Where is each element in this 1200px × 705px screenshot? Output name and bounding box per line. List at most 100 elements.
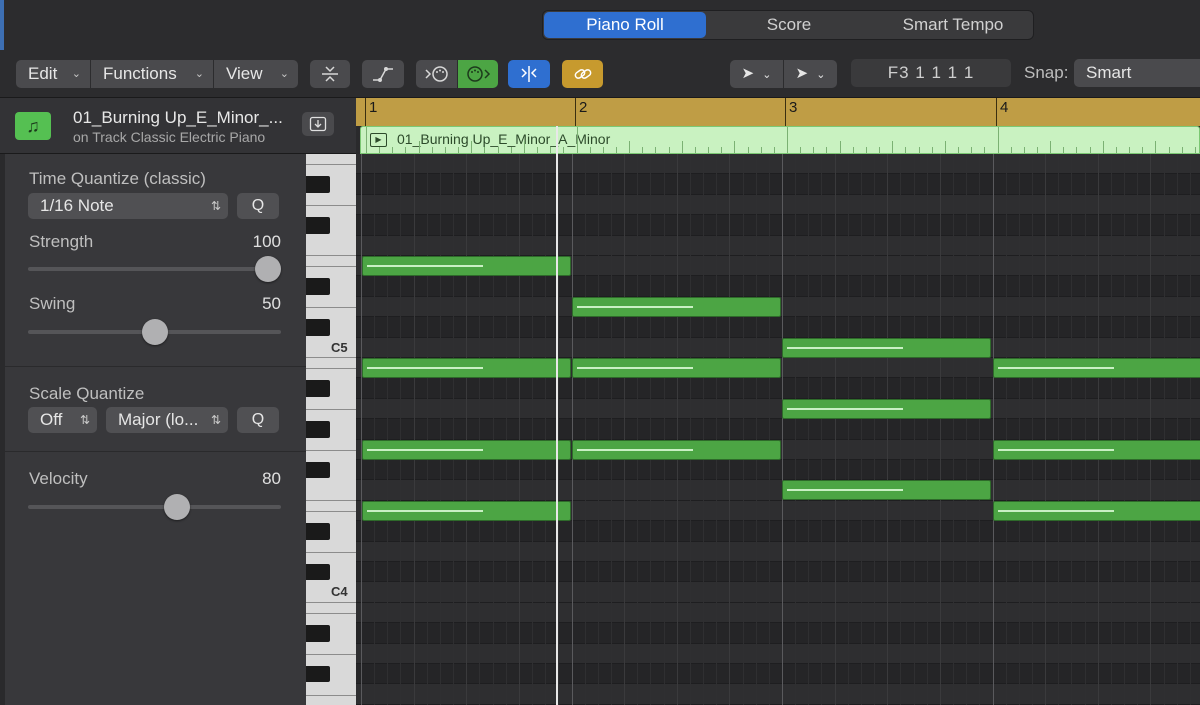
black-key[interactable] [306, 523, 330, 540]
grid-line [361, 154, 362, 705]
region-tick [865, 147, 867, 153]
grid-line [847, 154, 849, 705]
command-click-tool[interactable]: ➤ ⌄ [784, 60, 837, 88]
black-key[interactable] [306, 380, 330, 397]
midi-note[interactable] [993, 358, 1200, 378]
black-key[interactable] [306, 666, 330, 683]
grid-lane [356, 480, 1200, 501]
swing-slider-knob[interactable] [141, 319, 168, 345]
note-velocity-line [367, 265, 483, 267]
midi-note[interactable] [362, 439, 571, 460]
grid-line [597, 154, 599, 705]
playhead[interactable] [556, 126, 558, 705]
region-tick [984, 147, 986, 153]
pointer-tool-icon: ➤ [795, 65, 809, 82]
position-display: F3 1 1 1 1 [851, 59, 1011, 87]
automation-button[interactable] [362, 60, 404, 88]
scale-quantize-q-button[interactable]: Q [237, 407, 279, 433]
bar-line [785, 98, 786, 126]
velocity-slider-knob[interactable] [164, 494, 191, 520]
black-key[interactable] [306, 319, 330, 336]
grid-line [1124, 154, 1126, 705]
black-key[interactable] [306, 462, 330, 479]
midi-note[interactable] [572, 296, 781, 317]
grid-line [1150, 154, 1152, 705]
midi-note[interactable] [362, 256, 571, 276]
region-tick [1036, 147, 1038, 153]
region-strip[interactable]: ▶ 01_Burning Up_E_Minor_A_Minor [360, 126, 1200, 154]
grid-line [939, 154, 941, 705]
grid-line [532, 154, 534, 705]
midi-note[interactable] [782, 480, 991, 501]
catch-playhead-button[interactable] [508, 60, 550, 88]
catch-playhead-icon [521, 66, 537, 82]
note-grid[interactable] [356, 154, 1200, 705]
tab-score[interactable]: Score [707, 11, 871, 39]
tab-smart-tempo[interactable]: Smart Tempo [871, 11, 1035, 39]
black-key[interactable] [306, 176, 330, 193]
note-velocity-line [367, 509, 483, 512]
bar-number: 1 [369, 99, 378, 116]
download-button[interactable] [302, 112, 334, 136]
snap-select[interactable]: Smart [1074, 59, 1200, 87]
automation-curve-icon [373, 67, 393, 82]
edit-menu[interactable]: Edit ⌄ [16, 60, 90, 88]
functions-menu[interactable]: Functions ⌄ [91, 60, 213, 88]
midi-note[interactable] [362, 358, 571, 378]
grid-line [439, 154, 441, 705]
strength-slider-knob[interactable] [255, 256, 281, 282]
top-tab-bar: Piano Roll Score Smart Tempo [0, 0, 1200, 50]
scale-mode-select[interactable]: Major (lo... ⇅ [106, 407, 228, 433]
toolbar: Edit ⌄ Functions ⌄ View ⌄ ➤ ⌄ ➤ ⌄ F3 1 1… [0, 50, 1200, 98]
midi-note[interactable] [362, 500, 571, 521]
black-key[interactable] [306, 278, 330, 295]
region-tick [892, 141, 894, 153]
bar-line [575, 98, 576, 126]
region-tick [879, 147, 881, 153]
midi-note[interactable] [572, 439, 781, 460]
grid-lane [356, 398, 1200, 420]
region-tick [1115, 147, 1117, 153]
midi-note[interactable] [782, 398, 991, 419]
region-tick [787, 127, 788, 153]
collapse-button[interactable] [310, 60, 350, 88]
tab-piano-roll[interactable]: Piano Roll [544, 12, 706, 38]
time-quantize-q-button[interactable]: Q [237, 193, 279, 219]
view-tabs: Piano Roll Score Smart Tempo [542, 10, 1034, 40]
scale-quantize-off-select[interactable]: Off ⇅ [28, 407, 97, 433]
black-key[interactable] [306, 421, 330, 438]
piano-keyboard[interactable]: C5 C4 [306, 154, 356, 705]
white-key-boundary [306, 357, 356, 358]
view-menu[interactable]: View ⌄ [214, 60, 298, 88]
region-tick [852, 147, 854, 153]
link-button[interactable] [562, 60, 603, 88]
left-click-tool[interactable]: ➤ ⌄ [730, 60, 783, 88]
midi-out-button[interactable] [458, 60, 498, 88]
region-tick [615, 147, 617, 153]
midi-note[interactable] [782, 337, 991, 358]
grid-lane [356, 541, 1200, 562]
velocity-slider-track[interactable] [28, 505, 281, 509]
grid-lane [356, 337, 1200, 358]
black-key[interactable] [306, 625, 330, 642]
edit-menu-label: Edit [28, 64, 58, 83]
strength-slider-track[interactable] [28, 267, 281, 271]
grid-line [1058, 154, 1060, 705]
midi-note[interactable] [993, 500, 1200, 521]
region-tick [1010, 147, 1012, 153]
grid-line [637, 154, 639, 705]
midi-in-button[interactable] [416, 60, 457, 88]
midi-note[interactable] [993, 439, 1200, 460]
white-key-boundary [306, 307, 356, 308]
strength-label: Strength [29, 232, 94, 251]
time-quantize-select[interactable]: 1/16 Note ⇅ [28, 193, 228, 219]
white-key-boundary [306, 449, 356, 451]
midi-note[interactable] [572, 358, 781, 378]
play-icon[interactable]: ▶ [370, 133, 387, 147]
black-key[interactable] [306, 564, 330, 581]
grid-line [689, 154, 691, 705]
black-key[interactable] [306, 217, 330, 234]
bar-ruler[interactable]: 1 2 3 4 [356, 98, 1200, 126]
scale-quantize-off-value: Off [40, 410, 63, 429]
note-velocity-line [787, 407, 903, 410]
